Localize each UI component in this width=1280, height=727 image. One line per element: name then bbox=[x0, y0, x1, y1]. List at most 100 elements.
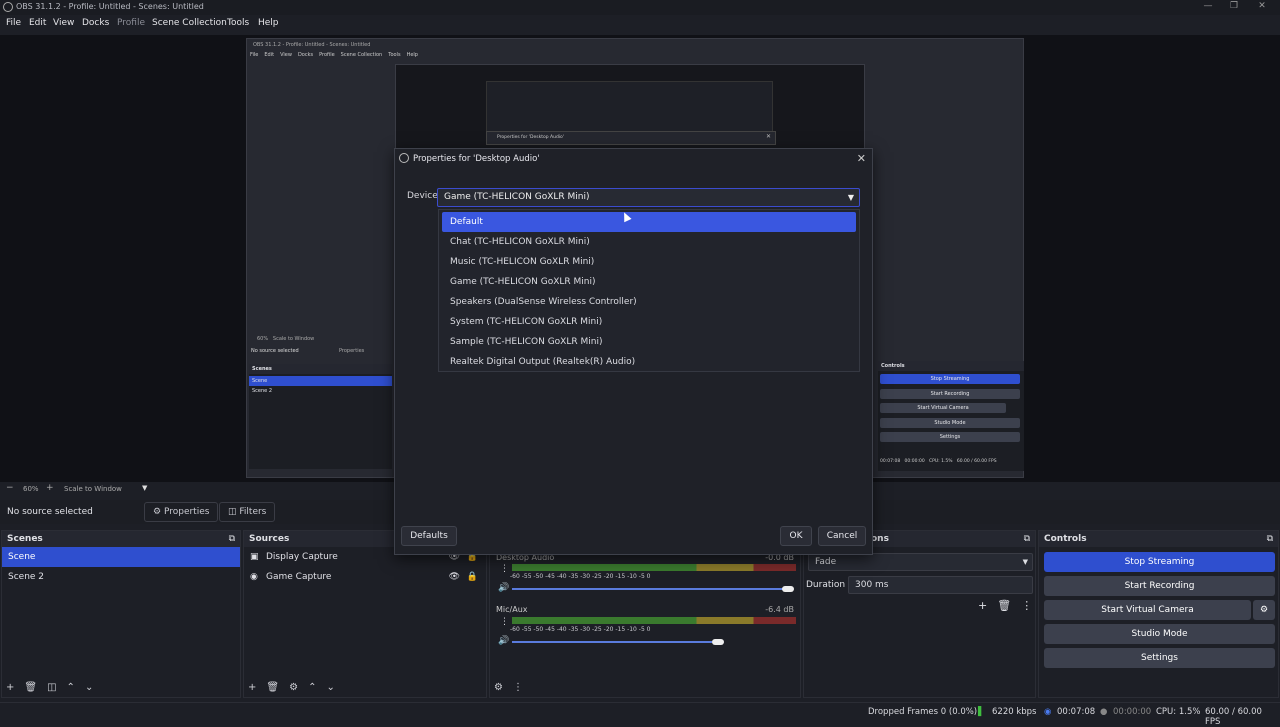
dock-float-icon[interactable]: ⧉ bbox=[1267, 534, 1273, 544]
stream-icon: ◉ bbox=[1044, 707, 1052, 717]
eye-icon[interactable]: 👁 bbox=[449, 567, 460, 587]
volume-knob[interactable] bbox=[712, 639, 724, 645]
transitions-dock: ons ⧉ Fade ▼ Duration 300 ms + 🗑 ⋮ bbox=[803, 530, 1036, 698]
nested-menu-item: Docks bbox=[297, 52, 314, 58]
nested-dialog-bar: Properties for 'Desktop Audio' ✕ bbox=[486, 131, 776, 145]
menu-dots-icon[interactable]: ⋮ bbox=[500, 617, 509, 627]
volume-knob[interactable] bbox=[782, 586, 794, 592]
gear-icon: ⚙ bbox=[1259, 605, 1269, 615]
trash-icon[interactable]: 🗑 bbox=[266, 682, 279, 693]
trash-icon[interactable]: 🗑 bbox=[24, 682, 37, 693]
close-icon[interactable]: ✕ bbox=[1250, 0, 1274, 14]
device-option[interactable]: System (TC-HELICON GoXLR Mini) bbox=[442, 312, 856, 332]
source-label: Game Capture bbox=[266, 572, 332, 582]
add-icon[interactable]: + bbox=[978, 599, 987, 612]
zoom-level[interactable]: 60% bbox=[23, 485, 39, 493]
virtual-camera-settings-button[interactable]: ⚙ bbox=[1253, 600, 1275, 620]
device-option[interactable]: Chat (TC-HELICON GoXLR Mini) bbox=[442, 232, 856, 252]
device-value: Game (TC-HELICON GoXLR Mini) bbox=[444, 192, 590, 202]
nested-zoom-value: 60% bbox=[257, 336, 269, 342]
nested-scenes-title: Scenes bbox=[249, 364, 392, 374]
menu-docks[interactable]: Docks bbox=[82, 18, 109, 28]
menu-profile[interactable]: Profile bbox=[117, 18, 145, 28]
up-icon[interactable]: ⌃ bbox=[67, 682, 75, 693]
nested-scenes-dock: Scenes Scene Scene 2 bbox=[249, 364, 392, 469]
trash-icon[interactable]: 🗑 bbox=[997, 599, 1011, 612]
stop-streaming-button[interactable]: Stop Streaming bbox=[1044, 552, 1275, 572]
duration-input[interactable]: 300 ms bbox=[848, 576, 1033, 594]
gear-icon[interactable]: ⚙ bbox=[289, 682, 298, 693]
menu-help[interactable]: Help bbox=[258, 18, 279, 28]
menu-dots-icon[interactable]: ⋮ bbox=[513, 682, 523, 693]
start-virtual-camera-button[interactable]: Start Virtual Camera bbox=[1044, 600, 1251, 620]
nested-scene-item: Scene 2 bbox=[252, 388, 273, 394]
lock-icon[interactable]: 🔒 bbox=[467, 567, 478, 587]
nested-menu-item: Help bbox=[406, 52, 418, 58]
device-option[interactable]: Game (TC-HELICON GoXLR Mini) bbox=[442, 272, 856, 292]
properties-label: Properties bbox=[163, 507, 210, 517]
window-title: OBS 31.1.2 - Profile: Untitled - Scenes:… bbox=[16, 2, 204, 11]
scene-item[interactable]: Scene bbox=[2, 547, 240, 567]
add-icon[interactable]: + bbox=[248, 682, 256, 693]
speaker-icon[interactable]: 🔊 bbox=[498, 636, 509, 646]
down-icon[interactable]: ⌄ bbox=[326, 682, 334, 693]
dock-float-icon[interactable]: ⧉ bbox=[229, 534, 235, 544]
maximize-icon[interactable]: ❐ bbox=[1222, 0, 1246, 14]
advanced-audio-icon[interactable]: ⚙ bbox=[494, 682, 503, 693]
nested-cpu: CPU: 1.5% bbox=[929, 459, 953, 464]
dock-float-icon[interactable]: ⧉ bbox=[1024, 534, 1030, 544]
device-option[interactable]: Music (TC-HELICON GoXLR Mini) bbox=[442, 252, 856, 272]
scale-dropdown-icon[interactable]: ▼ bbox=[142, 484, 147, 492]
menu-scene-collection[interactable]: Scene Collection bbox=[152, 18, 227, 28]
add-icon[interactable]: + bbox=[6, 682, 14, 693]
nested-menu-item: Edit bbox=[264, 52, 275, 58]
status-bar: Dropped Frames 0 (0.0%) ▌ 6220 kbps ◉ 00… bbox=[0, 702, 1280, 727]
minimize-icon[interactable]: — bbox=[1196, 0, 1220, 14]
ok-button[interactable]: OK bbox=[780, 526, 812, 546]
properties-button[interactable]: ⚙ Properties bbox=[144, 502, 219, 522]
defaults-button[interactable]: Defaults bbox=[401, 526, 457, 546]
device-option[interactable]: Realtek Digital Output (Realtek(R) Audio… bbox=[442, 352, 856, 372]
scenes-dock: Scenes ⧉ Scene Scene 2 + 🗑 ◫ ⌃ ⌄ bbox=[1, 530, 241, 698]
nested-title: OBS 31.1.2 - Profile: Untitled - Scenes:… bbox=[253, 42, 371, 48]
volume-slider[interactable] bbox=[512, 641, 712, 643]
menu-view[interactable]: View bbox=[53, 18, 74, 28]
close-icon[interactable]: ✕ bbox=[857, 152, 866, 165]
zoom-in-icon[interactable]: + bbox=[46, 483, 54, 493]
menu-file[interactable]: File bbox=[6, 18, 21, 28]
channel-db: -6.4 dB bbox=[765, 605, 794, 614]
start-recording-button[interactable]: Start Recording bbox=[1044, 576, 1275, 596]
device-option[interactable]: Sample (TC-HELICON GoXLR Mini) bbox=[442, 332, 856, 352]
device-select[interactable]: Game (TC-HELICON GoXLR Mini) ▼ bbox=[437, 188, 860, 207]
meter-ticks: -60 -55 -50 -45 -40 -35 -30 -25 -20 -15 … bbox=[510, 573, 651, 580]
device-option[interactable]: Default bbox=[442, 212, 856, 232]
scale-mode[interactable]: Scale to Window bbox=[64, 485, 122, 493]
nested-dialog-title: Properties for 'Desktop Audio' bbox=[497, 135, 565, 140]
menu-bar: File Edit View Docks Profile Scene Colle… bbox=[0, 16, 1280, 34]
menu-edit[interactable]: Edit bbox=[29, 18, 46, 28]
studio-mode-button[interactable]: Studio Mode bbox=[1044, 624, 1275, 644]
nested-menu-item: View bbox=[280, 52, 292, 58]
signal-icon: ▌ bbox=[978, 707, 985, 717]
device-option[interactable]: Speakers (DualSense Wireless Controller) bbox=[442, 292, 856, 312]
menu-dots-icon[interactable]: ⋮ bbox=[500, 564, 509, 574]
filter-icon[interactable]: ◫ bbox=[47, 682, 56, 693]
filters-button[interactable]: ◫ Filters bbox=[219, 502, 276, 522]
scene-item[interactable]: Scene 2 bbox=[2, 567, 240, 587]
nested-status: 00:07:08 00:00:00 CPU: 1.5% 60.00 / 60.0… bbox=[880, 459, 997, 464]
up-icon[interactable]: ⌃ bbox=[308, 682, 316, 693]
nested-stop-streaming: Stop Streaming bbox=[880, 374, 1020, 384]
settings-button[interactable]: Settings bbox=[1044, 648, 1275, 668]
menu-dots-icon[interactable]: ⋮ bbox=[1021, 599, 1032, 612]
down-icon[interactable]: ⌄ bbox=[85, 682, 93, 693]
speaker-icon[interactable]: 🔊 bbox=[498, 583, 509, 593]
transition-select[interactable]: Fade ▼ bbox=[808, 553, 1033, 571]
volume-slider[interactable] bbox=[512, 588, 792, 590]
sources-dock: Sources ▣ Display Capture 👁 🔒 ◉ Game Cap… bbox=[243, 530, 487, 698]
zoom-out-icon[interactable]: − bbox=[6, 483, 14, 493]
nested-menu-item: Scene Collection bbox=[340, 52, 383, 58]
controls-title-text: Controls bbox=[1044, 534, 1087, 544]
cancel-button[interactable]: Cancel bbox=[818, 526, 866, 546]
source-item[interactable]: ◉ Game Capture 👁 🔒 bbox=[244, 567, 486, 587]
menu-tools[interactable]: Tools bbox=[227, 18, 249, 28]
